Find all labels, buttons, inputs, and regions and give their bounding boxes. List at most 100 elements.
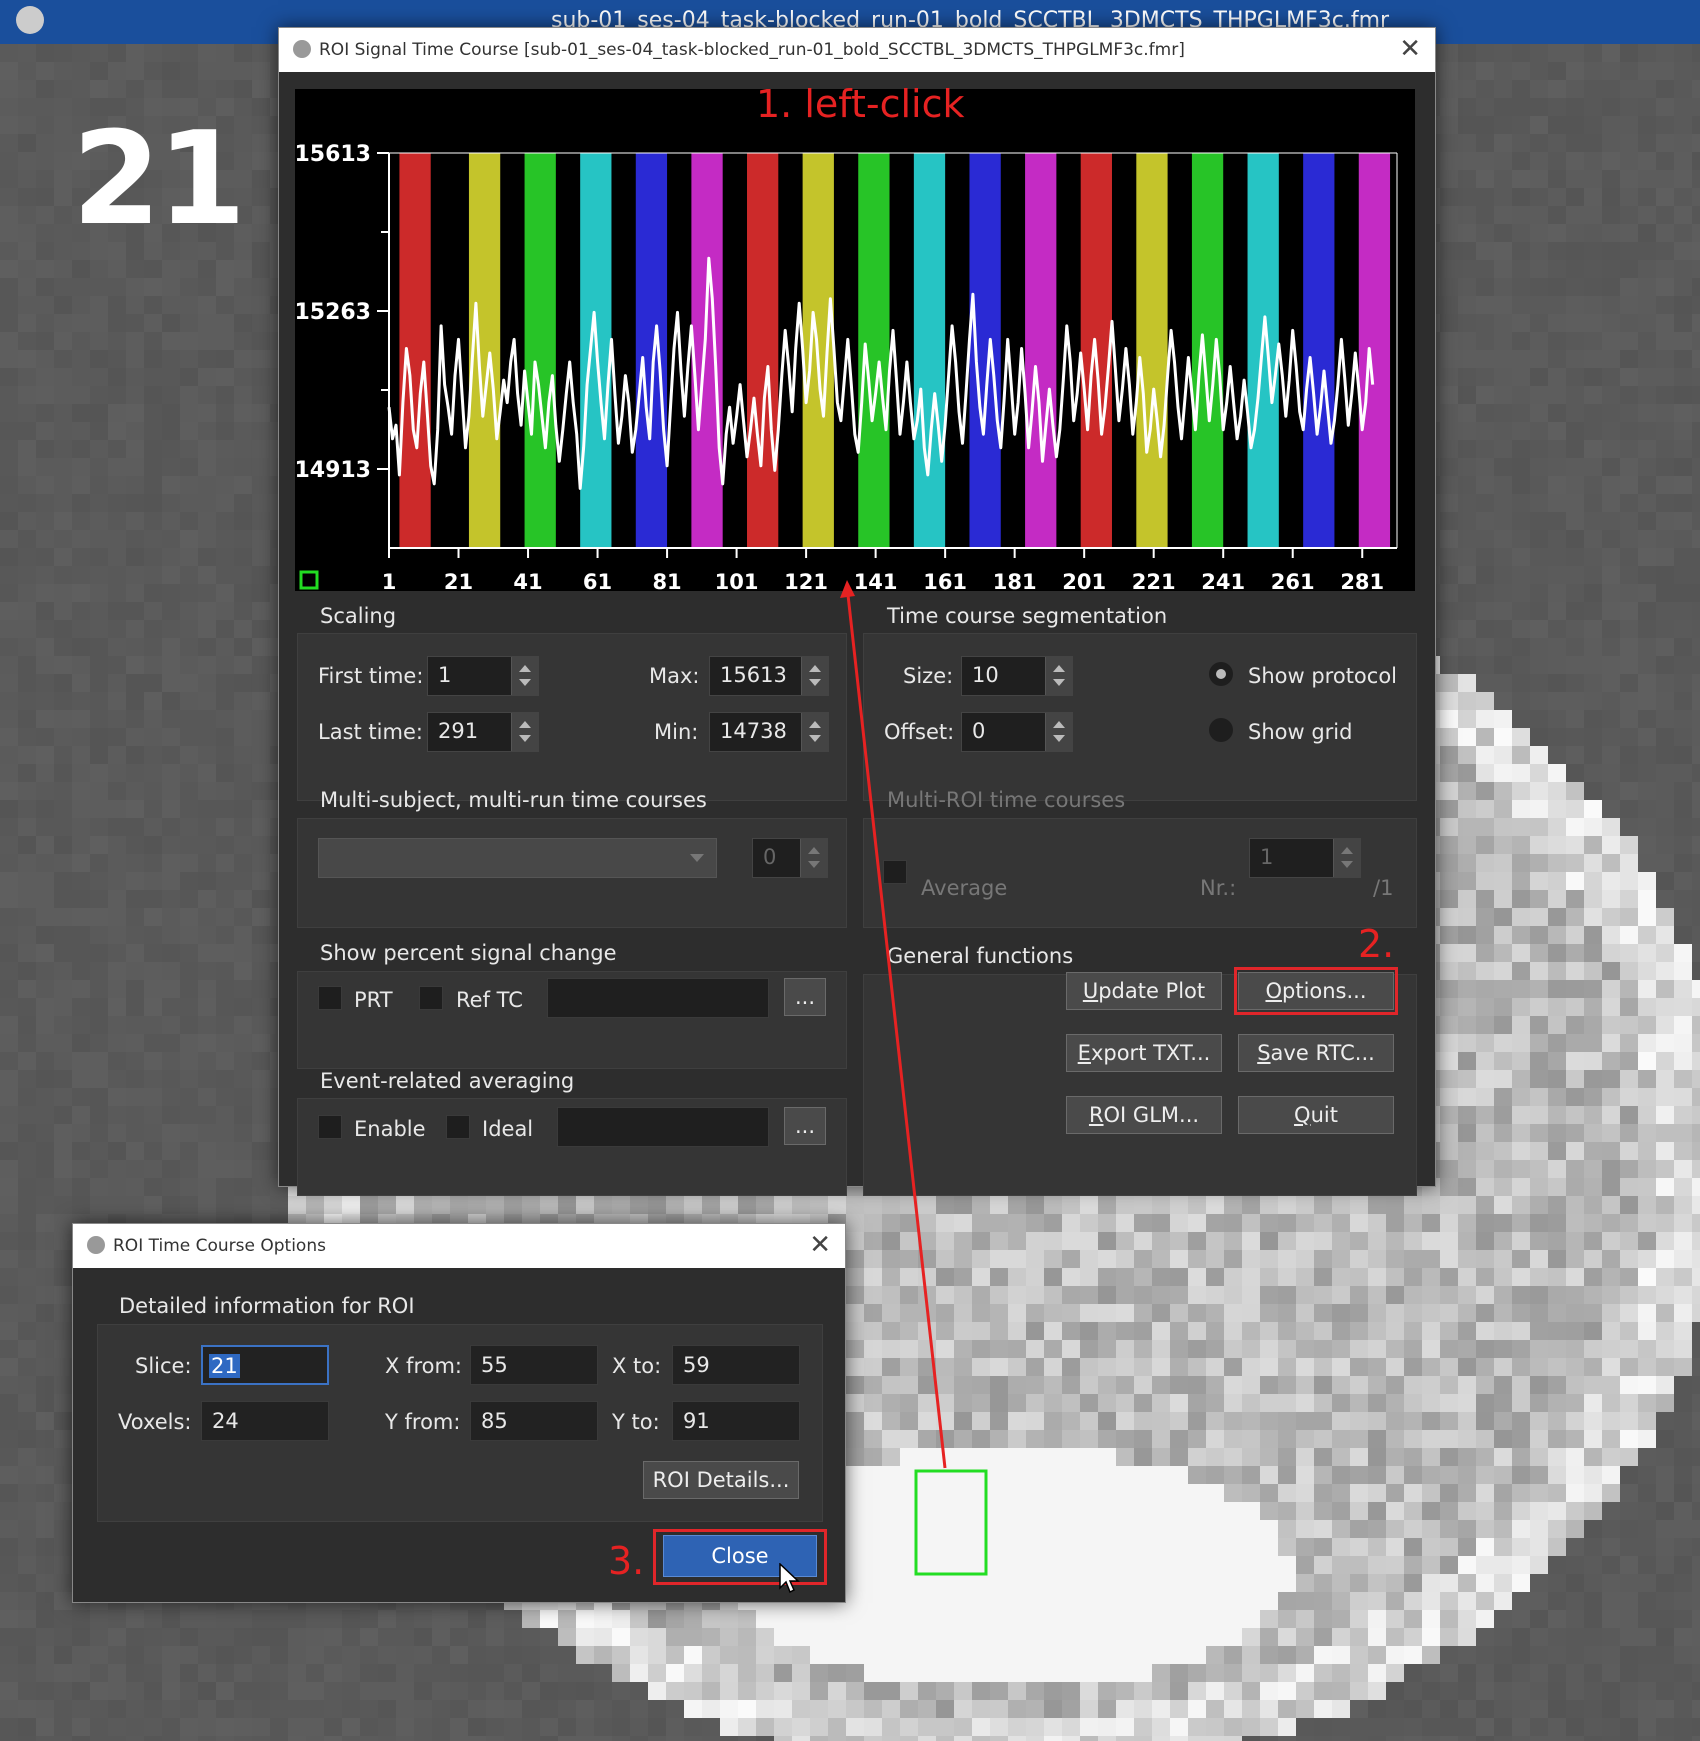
slice-label: Slice:: [135, 1354, 192, 1378]
offset-label: Offset:: [884, 720, 955, 744]
ideal-checkbox[interactable]: [446, 1115, 470, 1139]
protocol-block: [399, 153, 431, 548]
protocol-block: [913, 153, 946, 548]
x-tick-label: 21: [444, 570, 473, 591]
x-to-label: X to:: [612, 1354, 662, 1378]
nr-total-label: /1: [1373, 876, 1394, 900]
ref-tc-label: Ref TC: [456, 988, 523, 1012]
options-dialog-title: ROI Time Course Options: [113, 1236, 326, 1256]
slice-number-label: 21: [72, 105, 246, 254]
prt-label: PRT: [354, 988, 393, 1012]
protocol-block: [635, 153, 668, 548]
prt-checkbox[interactable]: [318, 986, 342, 1010]
spin-arrows-icon[interactable]: [800, 839, 827, 877]
voxels-label: Voxels:: [118, 1410, 192, 1434]
first-time-label: First time:: [318, 664, 424, 688]
spin-arrows-icon[interactable]: [511, 713, 538, 751]
plot-background: [295, 89, 1415, 591]
show-protocol-label[interactable]: Show protocol: [1248, 664, 1397, 688]
show-protocol-radio[interactable]: [1209, 662, 1233, 686]
x-tick-label: 221: [1132, 570, 1176, 591]
close-icon[interactable]: ✕: [1399, 34, 1421, 64]
x-tick-label: 81: [652, 570, 681, 591]
nr-value: 1: [1260, 845, 1274, 869]
segmentation-group-title: Time course segmentation: [887, 604, 1168, 628]
dialog-title: ROI Signal Time Course [sub-01_ses-04_ta…: [319, 40, 1185, 60]
spin-arrows-icon[interactable]: [801, 657, 828, 695]
nr-spinbox[interactable]: 1: [1249, 838, 1361, 878]
protocol-block: [1025, 153, 1057, 548]
average-checkbox[interactable]: [883, 860, 907, 884]
x-from-label: X from:: [385, 1354, 463, 1378]
roi-glm-button[interactable]: ROI GLM...: [1066, 1096, 1222, 1134]
close-icon[interactable]: ✕: [809, 1230, 831, 1260]
roi-time-course-options-dialog: ROI Time Course Options ✕ Detailed infor…: [72, 1223, 846, 1603]
y-tick-label: 15613: [295, 142, 371, 167]
voxels-value: 24: [212, 1409, 239, 1433]
annotation-step1: 1. left-click: [756, 82, 965, 126]
quit-button[interactable]: Quit: [1238, 1096, 1394, 1134]
y-to-value: 91: [683, 1409, 710, 1433]
enable-label: Enable: [354, 1117, 426, 1141]
x-to-value: 59: [683, 1353, 710, 1377]
multi-subject-group-title: Multi-subject, multi-run time courses: [320, 788, 707, 812]
percent-signal-browse-button[interactable]: ...: [784, 978, 826, 1016]
size-value: 10: [972, 663, 999, 687]
percent-signal-group-title: Show percent signal change: [320, 941, 617, 965]
x-tick-label: 241: [1201, 570, 1245, 591]
y-from-field[interactable]: 85: [470, 1401, 598, 1441]
min-spinbox[interactable]: 14738: [709, 712, 829, 752]
show-grid-radio[interactable]: [1209, 718, 1233, 742]
show-grid-label[interactable]: Show grid: [1248, 720, 1352, 744]
multi-subject-combobox[interactable]: [318, 838, 717, 878]
protocol-block: [524, 153, 556, 548]
spin-arrows-icon[interactable]: [511, 657, 538, 695]
x-tick-label: 281: [1340, 570, 1384, 591]
export-txt-button[interactable]: Export TXT...: [1066, 1034, 1222, 1072]
options-highlight-box: [1234, 967, 1398, 1015]
protocol-block: [691, 153, 723, 548]
dialog-titlebar: ROI Signal Time Course [sub-01_ses-04_ta…: [279, 28, 1435, 72]
percent-signal-file-field[interactable]: [547, 978, 769, 1018]
ref-tc-checkbox[interactable]: [419, 986, 443, 1010]
slice-field[interactable]: 21: [201, 1345, 329, 1385]
mouse-cursor-icon: [779, 1563, 800, 1594]
offset-spinbox[interactable]: 0: [961, 712, 1073, 752]
voxels-field[interactable]: 24: [201, 1401, 329, 1441]
protocol-block: [1136, 153, 1168, 548]
multi-roi-group-title: Multi-ROI time courses: [887, 788, 1126, 812]
spin-arrows-icon[interactable]: [1045, 657, 1072, 695]
multi-subject-spinbox[interactable]: 0: [752, 838, 828, 878]
event-related-file-field[interactable]: [557, 1107, 769, 1147]
time-course-plot[interactable]: 1561315263149131 21 41 61 81 101 121 141 161 181 2…: [295, 89, 1415, 591]
update-plot-button[interactable]: Update Plot: [1066, 972, 1222, 1010]
scaling-group-title: Scaling: [320, 604, 397, 628]
x-tick-label: 61: [583, 570, 612, 591]
last-time-spinbox[interactable]: 291: [427, 712, 539, 752]
protocol-block: [747, 153, 779, 548]
x-tick-label: 141: [854, 570, 898, 591]
spin-arrows-icon[interactable]: [1333, 839, 1360, 877]
roi-details-button[interactable]: ROI Details...: [643, 1461, 799, 1499]
average-label: Average: [921, 876, 1008, 900]
protocol-block: [858, 153, 890, 548]
x-tick-label: 181: [993, 570, 1037, 591]
y-to-field[interactable]: 91: [672, 1401, 800, 1441]
x-tick-label: 261: [1271, 570, 1315, 591]
x-from-field[interactable]: 55: [470, 1345, 598, 1385]
save-rtc-button[interactable]: Save RTC...: [1238, 1034, 1394, 1072]
roi-signal-time-course-dialog: ROI Signal Time Course [sub-01_ses-04_ta…: [278, 27, 1436, 1196]
enable-checkbox[interactable]: [318, 1115, 342, 1139]
y-from-label: Y from:: [385, 1410, 461, 1434]
x-from-value: 55: [481, 1353, 508, 1377]
first-time-spinbox[interactable]: 1: [427, 656, 539, 696]
event-related-browse-button[interactable]: ...: [784, 1107, 826, 1145]
max-spinbox[interactable]: 15613: [709, 656, 829, 696]
annotation-step3: 3.: [608, 1539, 645, 1583]
last-time-value: 291: [438, 719, 479, 743]
spin-arrows-icon[interactable]: [1045, 713, 1072, 751]
x-to-field[interactable]: 59: [672, 1345, 800, 1385]
spin-arrows-icon[interactable]: [801, 713, 828, 751]
size-spinbox[interactable]: 10: [961, 656, 1073, 696]
general-functions-group-title: General functions: [887, 944, 1074, 968]
